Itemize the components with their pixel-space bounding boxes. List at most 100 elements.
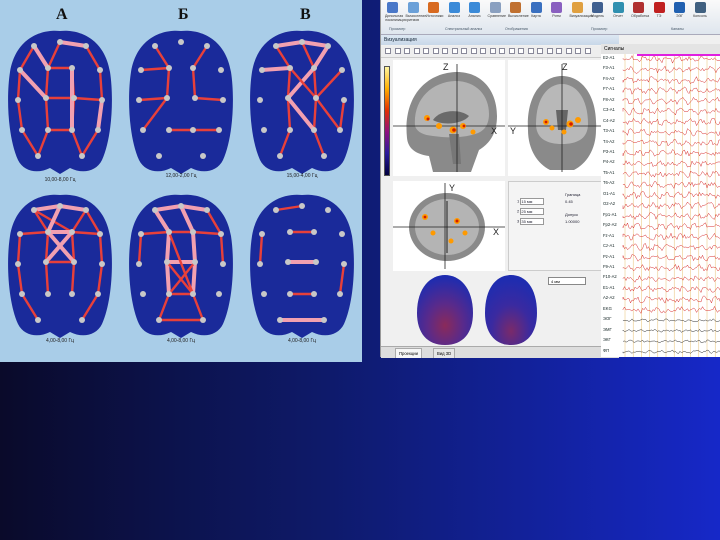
electrode-dot — [45, 291, 51, 297]
toolbar-icon[interactable] — [518, 48, 524, 54]
electrode-dot — [259, 231, 265, 237]
chart-icon — [530, 2, 542, 13]
source-row-field[interactable]: 25 мм — [520, 208, 545, 215]
ribbon-button[interactable]: Анализ — [447, 2, 462, 18]
toolbar-icon[interactable] — [394, 48, 401, 54]
electrode-dot — [136, 97, 142, 103]
source-row-1[interactable]: 1 15 мм — [517, 198, 545, 205]
eeg-signal-area[interactable]: E2-A1 F3-A1 F4-A2 F7-A1 F8-A2 C3-A1 C4-A2 T3-A1… — [601, 54, 720, 357]
toolbar-icon[interactable] — [461, 48, 467, 54]
ribbon-button-label: Анализ — [447, 14, 461, 18]
ribbon-button[interactable]: Сравнение — [487, 2, 506, 18]
param2-value[interactable]: 1.00000 — [565, 219, 579, 224]
param1-value[interactable]: 0.45 — [565, 199, 573, 204]
toolbar-icon[interactable] — [556, 48, 562, 54]
toolbar-icon[interactable] — [508, 48, 515, 54]
toolbar-icon[interactable] — [499, 48, 505, 54]
ribbon-button[interactable]: Обработка — [631, 2, 649, 18]
connectivity-link — [165, 260, 171, 296]
scale-dropdown[interactable]: 4 мм — [548, 277, 586, 285]
brain-map-b1 — [129, 30, 233, 174]
electrode-dot — [79, 317, 85, 323]
ribbon-group-label: Просмотр — [389, 27, 406, 31]
ribbon-button[interactable]: Дипольная локализация — [385, 2, 407, 22]
electrode-dot — [204, 43, 210, 49]
electrode-dot — [339, 231, 345, 237]
source-row-field[interactable]: 15 мм — [520, 198, 545, 205]
electrode-dot — [257, 97, 263, 103]
ribbon-button[interactable]: Вычисление — [508, 2, 529, 18]
electrode-dot — [287, 65, 293, 71]
electrode-dot — [341, 261, 347, 267]
ribbon-button[interactable]: ЭЭГ — [672, 2, 687, 18]
toolbar-icon[interactable] — [413, 48, 420, 54]
toolbar-icon[interactable] — [404, 48, 410, 54]
eeg-trace — [622, 274, 720, 283]
ribbon-button[interactable]: Консоль — [693, 2, 708, 18]
connectivity-link — [260, 66, 292, 72]
brain-outline — [250, 30, 354, 174]
ribbon-button[interactable]: Модель — [590, 2, 605, 18]
toolbar-icon[interactable] — [565, 48, 572, 54]
electrode-dot — [287, 229, 293, 235]
electrode-dot — [190, 291, 196, 297]
param2-label: Допуск — [565, 212, 578, 217]
toolbar-icon[interactable] — [470, 48, 477, 54]
ribbon-button[interactable]: Источники — [426, 2, 443, 18]
eeg-trace — [622, 65, 720, 74]
tab-3d-view[interactable]: Вид 3D — [433, 348, 456, 358]
ribbon-button-label: Сравнение — [487, 14, 506, 18]
toolbar-icon[interactable] — [451, 48, 458, 54]
ribbon-button[interactable]: Вычисление ритмов — [406, 2, 426, 22]
toolbar-icon[interactable] — [480, 48, 486, 54]
electrode-dot — [69, 229, 75, 235]
toolbar-icon[interactable] — [385, 48, 391, 54]
y-axis-label-axial: Y — [449, 183, 456, 193]
toolbar-icon[interactable] — [489, 48, 496, 54]
electrode-dot — [204, 207, 210, 213]
sagittal-view[interactable]: Z X — [393, 60, 505, 176]
source-row-field[interactable]: 35 мм — [520, 218, 545, 225]
toolbar-icon[interactable] — [432, 48, 439, 54]
ribbon-button[interactable]: Отчет — [611, 2, 626, 18]
fire-icon — [428, 2, 439, 13]
eeg-trace — [622, 107, 720, 116]
ribbon-button[interactable]: Ритм — [549, 2, 564, 18]
electrode-dot — [285, 95, 291, 101]
document-icon — [489, 2, 501, 13]
electrode-dot — [164, 259, 170, 265]
electrode-dot — [321, 317, 327, 323]
brain-connectivity-panel: А Б В 10,00-8,00 Гц 12,00-2,00 Гц 15,00-… — [0, 0, 362, 362]
ribbon-button[interactable]: Анализ — [467, 2, 482, 18]
toolbar-icon[interactable] — [537, 48, 543, 54]
ribbon-button[interactable]: Визуализация — [570, 2, 593, 18]
electrode-dot — [220, 97, 226, 103]
ribbon-button[interactable]: Карта — [529, 2, 544, 18]
eeg-channel-label: E1-A1 — [603, 284, 615, 290]
column-label-c: В — [300, 6, 311, 23]
electrode-dot — [31, 43, 37, 49]
electrode-dot — [287, 127, 293, 133]
electrode-dot — [216, 291, 222, 297]
toolbar-icon[interactable] — [527, 48, 534, 54]
electrode-dot — [45, 229, 51, 235]
toolbar-icon[interactable] — [442, 48, 448, 54]
ribbon-button[interactable]: ТЭ — [652, 2, 667, 18]
brain-map-c2 — [250, 194, 354, 338]
source-row-3[interactable]: 3 35 мм — [517, 218, 545, 225]
toolbar-icon[interactable] — [584, 48, 591, 54]
ribbon-group-label: Каналы — [671, 27, 684, 31]
toolbar-icon[interactable] — [423, 48, 429, 54]
electrode-dot — [200, 153, 206, 159]
head-icon — [571, 2, 583, 13]
toolbar-icon[interactable] — [546, 48, 553, 54]
coronal-view[interactable]: Z Y — [508, 60, 616, 176]
toolbar-icon[interactable] — [575, 48, 581, 54]
electrode-dot — [43, 95, 49, 101]
tab-projections[interactable]: Проекции — [395, 348, 422, 358]
eeg-trace — [622, 76, 720, 85]
axial-view[interactable]: Y X — [393, 181, 505, 271]
source-row-2[interactable]: 2 25 мм — [517, 208, 545, 215]
electrode-dot — [79, 153, 85, 159]
brain-map-a2 — [8, 194, 112, 338]
